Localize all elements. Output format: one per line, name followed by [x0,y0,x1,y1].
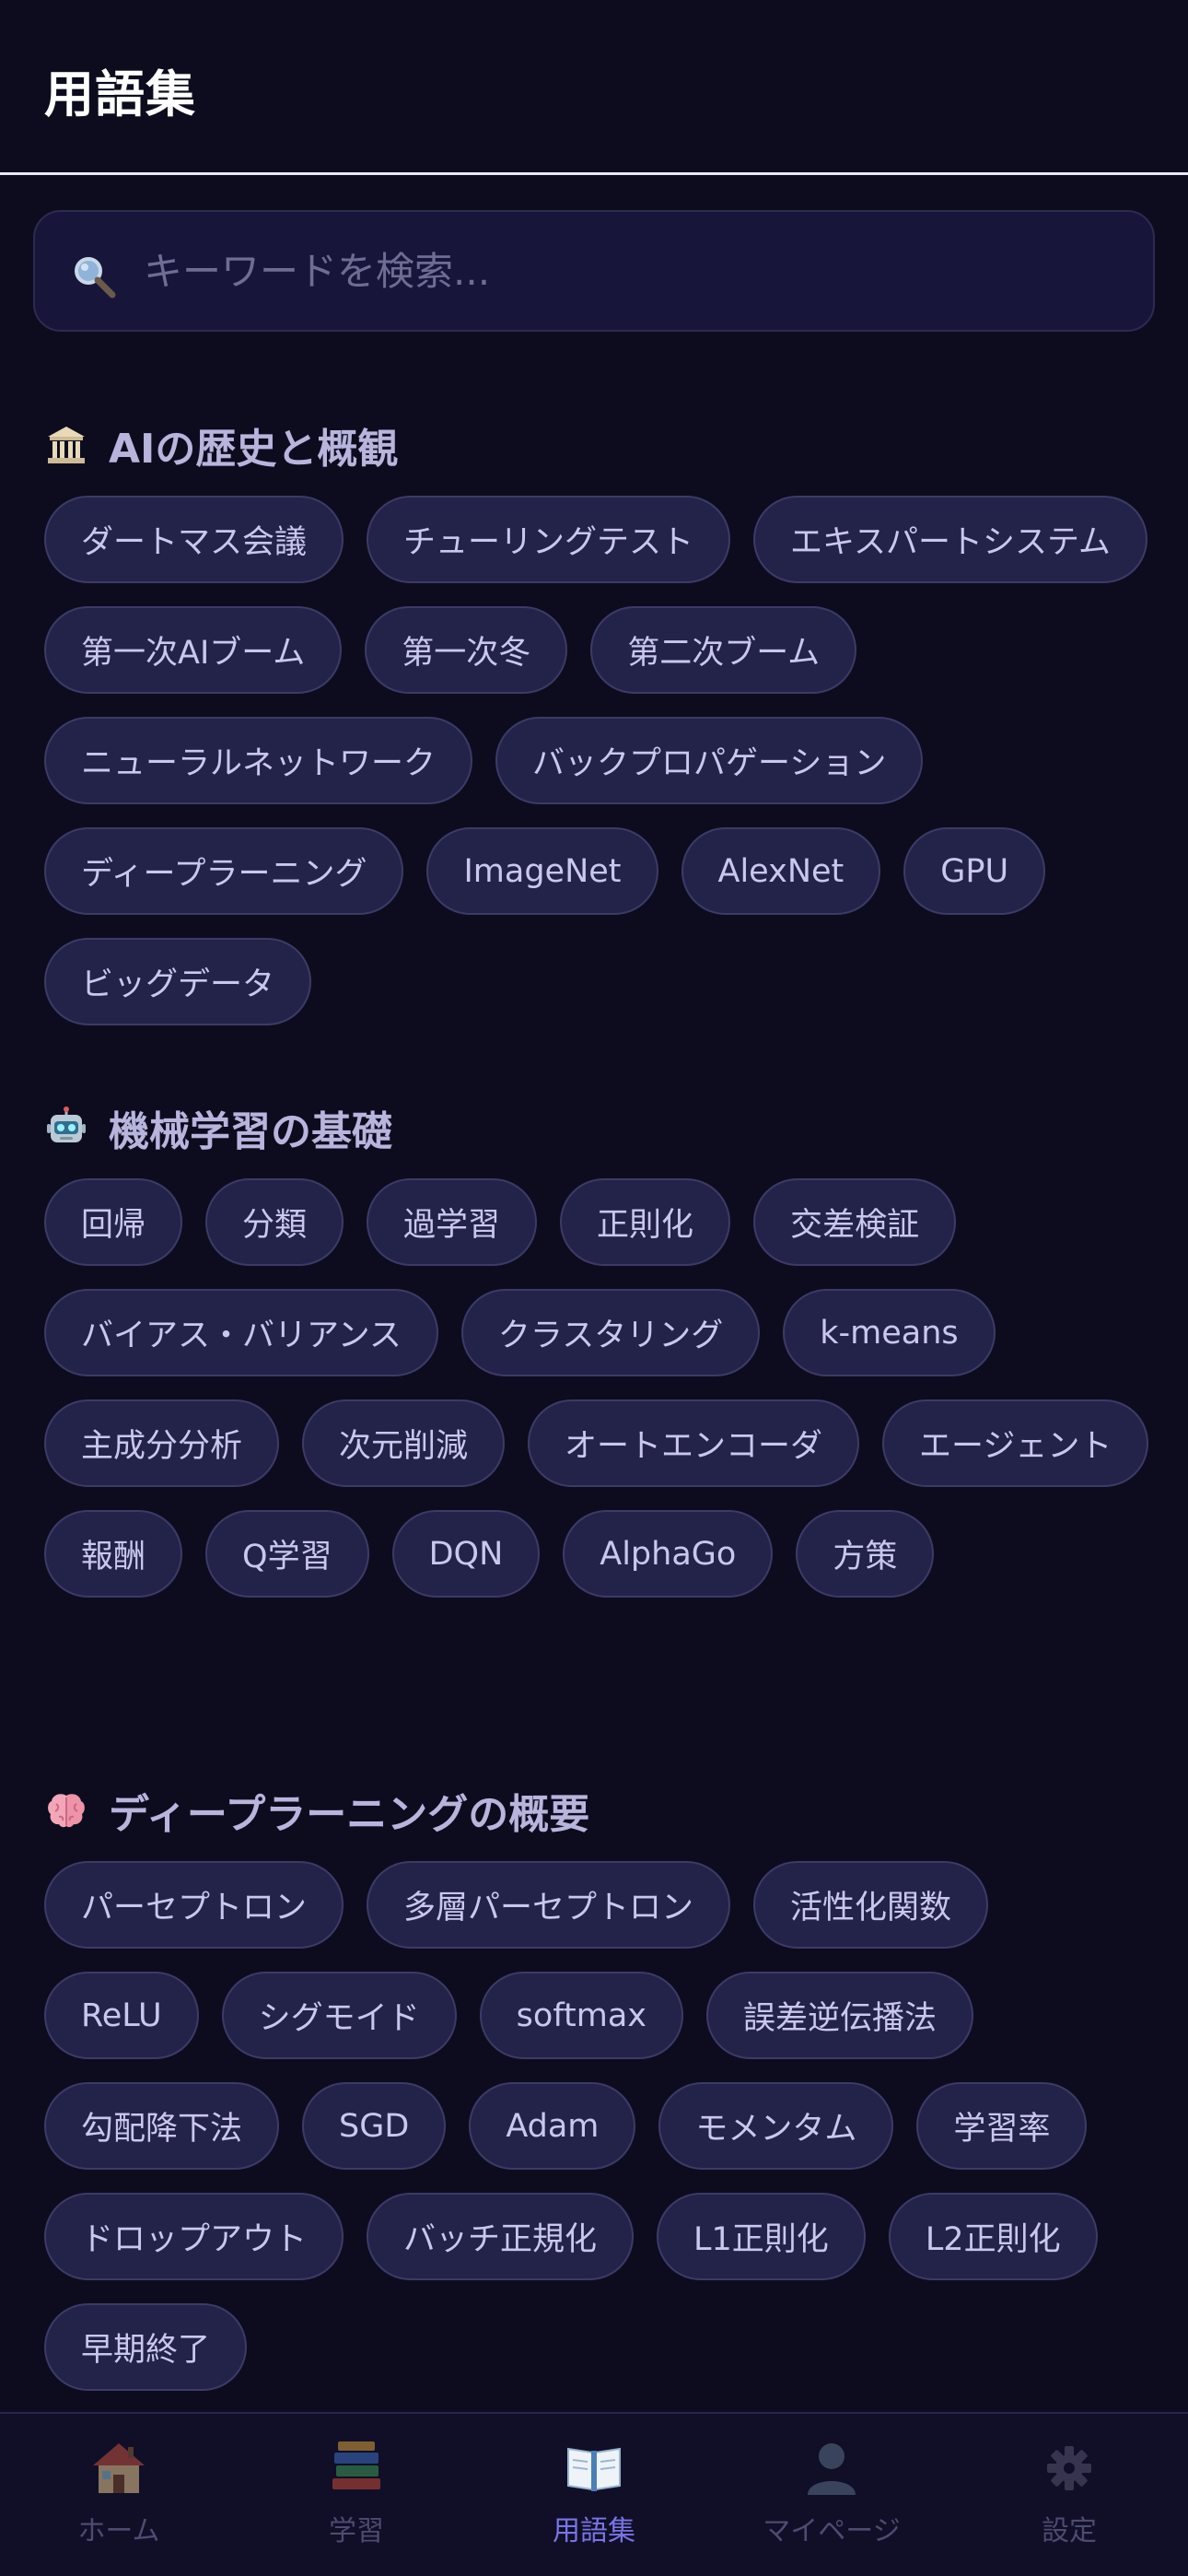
nav-label: 学習 [329,2515,384,2547]
term-chip[interactable]: 活性化関数 [753,1861,989,1949]
term-chip[interactable]: 多層パーセプトロン [367,1861,731,1949]
term-chip[interactable]: クラスタリング [460,1289,761,1376]
term-chip[interactable]: バイアス・バリアンス [44,1289,438,1376]
nav-item-settings[interactable]: 設定 [950,2414,1188,2576]
term-chip[interactable]: ニューラルネットワーク [44,717,473,804]
term-chip[interactable]: 勾配降下法 [44,2082,280,2170]
section-header: 機械学習の基礎 [44,1097,1149,1158]
robot-icon [47,1107,86,1142]
term-chip[interactable]: 交差検証 [753,1178,957,1266]
term-chip[interactable]: AlexNet [681,827,881,915]
term-chip[interactable]: ディープラーニング [44,827,404,915]
nav-item-home[interactable]: ホーム [0,2414,238,2576]
bottom-nav: ホーム 学習 用語集 マイページ 設定 [0,2412,1188,2576]
house-icon [93,2443,145,2493]
nav-label: 用語集 [553,2515,635,2547]
term-chip[interactable]: モメンタム [658,2082,894,2170]
nav-label: マイページ [763,2515,901,2547]
term-chip[interactable]: エキスパートシステム [753,496,1147,583]
term-chip[interactable]: DQN [391,1510,541,1598]
header: 用語集 [0,0,1188,175]
term-chip[interactable]: ダートマス会議 [44,496,344,583]
term-chip[interactable]: シグモイド [221,1972,457,2059]
museum-icon [48,427,85,463]
term-chip[interactable]: 第一次AIブーム [44,606,343,694]
term-chip[interactable]: softmax [479,1972,684,2059]
term-chip[interactable]: SGD [302,2082,447,2170]
term-chip[interactable]: 第二次ブーム [590,606,857,694]
page-title: 用語集 [44,65,196,123]
section-title: 機械学習の基礎 [109,1108,392,1155]
term-chip[interactable]: 分類 [205,1178,344,1266]
term-chip[interactable]: 主成分分析 [44,1399,280,1487]
term-chip[interactable]: チューリングテスト [367,496,731,583]
term-chip[interactable]: 次元削減 [302,1399,506,1487]
term-chip[interactable]: 第一次冬 [365,606,568,694]
term-chip[interactable]: 過学習 [367,1178,538,1266]
term-chip[interactable]: オートエンコーダ [528,1399,860,1487]
section-title: AIの歴史と概観 [109,426,399,473]
term-chip[interactable]: 報酬 [44,1510,183,1598]
term-chip[interactable]: 正則化 [560,1178,731,1266]
search-bar[interactable] [33,210,1155,332]
nav-item-learn[interactable]: 学習 [238,2414,475,2576]
term-chip[interactable]: Adam [469,2082,636,2170]
section-title: ディープラーニングの概要 [109,1791,590,1838]
term-chip[interactable]: 誤差逆伝播法 [706,1972,974,2059]
term-chip-list: パーセプトロン 多層パーセプトロン 活性化関数 ReLU シグモイド softm… [44,1861,1149,2391]
term-chip-list: ダートマス会議 チューリングテスト エキスパートシステム 第一次AIブーム 第一… [44,496,1149,1025]
nav-label: ホーム [77,2515,160,2547]
term-chip[interactable]: ビッグデータ [44,938,312,1025]
term-chip[interactable]: ドロップアウト [44,2193,344,2280]
section-ai-history: AIの歴史と概観 ダートマス会議 チューリングテスト エキスパートシステム 第一… [44,415,1149,1025]
term-chip[interactable]: バッチ正規化 [367,2193,635,2280]
search-input[interactable] [144,212,1120,330]
section-header: ディープラーニングの概要 [44,1780,1149,1841]
glossary-screen: 用語集 AIの歴史と概観 ダートマス会議 チューリングテスト [0,0,1188,2576]
nav-item-mypage[interactable]: マイページ [713,2414,950,2576]
term-chip[interactable]: k-means [783,1289,996,1376]
term-chip[interactable]: 早期終了 [44,2303,248,2391]
section-ml-basics: 機械学習の基礎 回帰 分類 過学習 正則化 交差検証 バイアス・バリアンス クラ… [44,1097,1149,1598]
search-icon [75,257,116,299]
term-chip[interactable]: パーセプトロン [44,1861,344,1949]
nav-item-glossary[interactable]: 用語集 [475,2414,713,2576]
term-chip[interactable]: L1正則化 [657,2193,866,2280]
term-chip[interactable]: L2正則化 [888,2193,1098,2280]
term-chip[interactable]: Q学習 [205,1510,369,1598]
books-icon [332,2441,380,2489]
term-chip[interactable]: AlphaGo [563,1510,774,1598]
section-header: AIの歴史と概観 [44,415,1149,475]
term-chip[interactable]: GPU [903,827,1046,915]
term-chip[interactable]: 方策 [796,1510,935,1598]
term-chip[interactable]: バックプロパゲーション [495,717,924,804]
term-chip[interactable]: ImageNet [426,827,658,915]
nav-label: 設定 [1042,2515,1097,2547]
term-chip[interactable]: 回帰 [44,1178,183,1266]
section-deep-learning: ディープラーニングの概要 パーセプトロン 多層パーセプトロン 活性化関数 ReL… [44,1780,1149,2391]
brain-icon [48,1794,85,1828]
open-book-icon [567,2447,621,2491]
term-chip-list: 回帰 分類 過学習 正則化 交差検証 バイアス・バリアンス クラスタリング k-… [44,1178,1149,1598]
term-chip[interactable]: エージェント [882,1399,1149,1487]
user-icon [808,2443,856,2495]
term-chip[interactable]: ReLU [44,1972,199,2059]
gear-icon [1047,2446,1091,2490]
term-chip[interactable]: 学習率 [916,2082,1088,2170]
